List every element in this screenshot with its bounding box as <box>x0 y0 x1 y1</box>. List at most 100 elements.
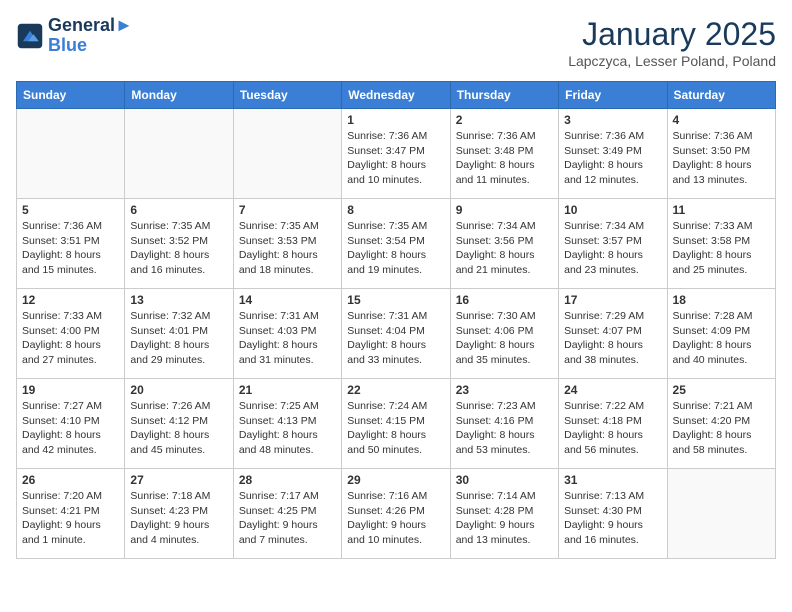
day-number: 1 <box>347 113 444 127</box>
calendar-cell: 21 Sunrise: 7:25 AMSunset: 4:13 PMDayligh… <box>233 379 341 469</box>
day-info: Sunrise: 7:27 AMSunset: 4:10 PMDaylight:… <box>22 399 119 458</box>
day-number: 5 <box>22 203 119 217</box>
day-number: 31 <box>564 473 661 487</box>
calendar-cell: 29 Sunrise: 7:16 AMSunset: 4:26 PMDayligh… <box>342 469 450 559</box>
calendar-body: 1 Sunrise: 7:36 AMSunset: 3:47 PMDaylight… <box>17 109 776 559</box>
calendar-week-row: 19Sunrise: 7:27 AMSunset: 4:10 PMDayligh… <box>17 379 776 469</box>
day-number: 11 <box>673 203 770 217</box>
day-info: Sunrise: 7:26 AMSunset: 4:12 PMDaylight:… <box>130 399 227 458</box>
calendar-header: SundayMondayTuesdayWednesdayThursdayFrid… <box>17 82 776 109</box>
logo-text: General► Blue <box>48 16 133 56</box>
logo-icon <box>16 22 44 50</box>
day-number: 21 <box>239 383 336 397</box>
calendar-cell: 13 Sunrise: 7:32 AMSunset: 4:01 PMDayligh… <box>125 289 233 379</box>
weekday-header: Wednesday <box>342 82 450 109</box>
day-number: 18 <box>673 293 770 307</box>
weekday-header: Monday <box>125 82 233 109</box>
day-info: Sunrise: 7:20 AMSunset: 4:21 PMDaylight:… <box>22 489 119 548</box>
day-info: Sunrise: 7:31 AMSunset: 4:03 PMDaylight:… <box>239 309 336 368</box>
day-number: 15 <box>347 293 444 307</box>
day-info: Sunrise: 7:13 AMSunset: 4:30 PMDaylight:… <box>564 489 661 548</box>
day-number: 7 <box>239 203 336 217</box>
calendar-cell: 19Sunrise: 7:27 AMSunset: 4:10 PMDayligh… <box>17 379 125 469</box>
calendar-cell: 25 Sunrise: 7:21 AMSunset: 4:20 PMDayligh… <box>667 379 775 469</box>
day-info: Sunrise: 7:32 AMSunset: 4:01 PMDaylight:… <box>130 309 227 368</box>
title-block: January 2025 Lapczyca, Lesser Poland, Po… <box>568 16 776 69</box>
calendar-cell: 28Sunrise: 7:17 AMSunset: 4:25 PMDayligh… <box>233 469 341 559</box>
calendar-cell: 4 Sunrise: 7:36 AMSunset: 3:50 PMDaylight… <box>667 109 775 199</box>
calendar-cell <box>667 469 775 559</box>
weekday-header: Sunday <box>17 82 125 109</box>
month-title: January 2025 <box>568 16 776 53</box>
day-info: Sunrise: 7:28 AMSunset: 4:09 PMDaylight:… <box>673 309 770 368</box>
calendar-cell: 18 Sunrise: 7:28 AMSunset: 4:09 PMDayligh… <box>667 289 775 379</box>
day-number: 23 <box>456 383 553 397</box>
calendar-cell: 30 Sunrise: 7:14 AMSunset: 4:28 PMDayligh… <box>450 469 558 559</box>
day-number: 13 <box>130 293 227 307</box>
day-info: Sunrise: 7:36 AMSunset: 3:49 PMDaylight:… <box>564 129 661 188</box>
calendar: SundayMondayTuesdayWednesdayThursdayFrid… <box>16 81 776 559</box>
calendar-cell: 14 Sunrise: 7:31 AMSunset: 4:03 PMDayligh… <box>233 289 341 379</box>
logo: General► Blue <box>16 16 133 56</box>
calendar-cell: 26 Sunrise: 7:20 AMSunset: 4:21 PMDayligh… <box>17 469 125 559</box>
day-number: 29 <box>347 473 444 487</box>
day-info: Sunrise: 7:35 AMSunset: 3:54 PMDaylight:… <box>347 219 444 278</box>
day-info: Sunrise: 7:34 AMSunset: 3:57 PMDaylight:… <box>564 219 661 278</box>
calendar-cell: 20 Sunrise: 7:26 AMSunset: 4:12 PMDayligh… <box>125 379 233 469</box>
day-info: Sunrise: 7:17 AMSunset: 4:25 PMDaylight:… <box>239 489 336 548</box>
day-info: Sunrise: 7:35 AMSunset: 3:52 PMDaylight:… <box>130 219 227 278</box>
calendar-cell: 8Sunrise: 7:35 AMSunset: 3:54 PMDaylight… <box>342 199 450 289</box>
calendar-cell: 9Sunrise: 7:34 AMSunset: 3:56 PMDaylight… <box>450 199 558 289</box>
day-info: Sunrise: 7:21 AMSunset: 4:20 PMDaylight:… <box>673 399 770 458</box>
day-number: 6 <box>130 203 227 217</box>
calendar-cell: 10Sunrise: 7:34 AMSunset: 3:57 PMDayligh… <box>559 199 667 289</box>
day-info: Sunrise: 7:34 AMSunset: 3:56 PMDaylight:… <box>456 219 553 278</box>
day-number: 3 <box>564 113 661 127</box>
calendar-cell: 22Sunrise: 7:24 AMSunset: 4:15 PMDayligh… <box>342 379 450 469</box>
day-number: 25 <box>673 383 770 397</box>
day-info: Sunrise: 7:24 AMSunset: 4:15 PMDaylight:… <box>347 399 444 458</box>
day-number: 24 <box>564 383 661 397</box>
day-info: Sunrise: 7:36 AMSunset: 3:51 PMDaylight:… <box>22 219 119 278</box>
day-info: Sunrise: 7:35 AMSunset: 3:53 PMDaylight:… <box>239 219 336 278</box>
day-number: 20 <box>130 383 227 397</box>
day-info: Sunrise: 7:33 AMSunset: 4:00 PMDaylight:… <box>22 309 119 368</box>
calendar-week-row: 1 Sunrise: 7:36 AMSunset: 3:47 PMDaylight… <box>17 109 776 199</box>
calendar-cell: 23Sunrise: 7:23 AMSunset: 4:16 PMDayligh… <box>450 379 558 469</box>
day-info: Sunrise: 7:36 AMSunset: 3:50 PMDaylight:… <box>673 129 770 188</box>
calendar-cell <box>233 109 341 199</box>
day-number: 4 <box>673 113 770 127</box>
location: Lapczyca, Lesser Poland, Poland <box>568 53 776 69</box>
day-info: Sunrise: 7:30 AMSunset: 4:06 PMDaylight:… <box>456 309 553 368</box>
calendar-cell: 31 Sunrise: 7:13 AMSunset: 4:30 PMDayligh… <box>559 469 667 559</box>
day-number: 16 <box>456 293 553 307</box>
day-info: Sunrise: 7:36 AMSunset: 3:47 PMDaylight:… <box>347 129 444 188</box>
calendar-week-row: 12 Sunrise: 7:33 AMSunset: 4:00 PMDayligh… <box>17 289 776 379</box>
day-info: Sunrise: 7:18 AMSunset: 4:23 PMDaylight:… <box>130 489 227 548</box>
calendar-cell: 6 Sunrise: 7:35 AMSunset: 3:52 PMDaylight… <box>125 199 233 289</box>
calendar-cell: 5 Sunrise: 7:36 AMSunset: 3:51 PMDaylight… <box>17 199 125 289</box>
day-info: Sunrise: 7:16 AMSunset: 4:26 PMDaylight:… <box>347 489 444 548</box>
day-info: Sunrise: 7:25 AMSunset: 4:13 PMDaylight:… <box>239 399 336 458</box>
weekday-header: Saturday <box>667 82 775 109</box>
calendar-cell: 24Sunrise: 7:22 AMSunset: 4:18 PMDayligh… <box>559 379 667 469</box>
calendar-week-row: 5 Sunrise: 7:36 AMSunset: 3:51 PMDaylight… <box>17 199 776 289</box>
day-info: Sunrise: 7:31 AMSunset: 4:04 PMDaylight:… <box>347 309 444 368</box>
day-info: Sunrise: 7:36 AMSunset: 3:48 PMDaylight:… <box>456 129 553 188</box>
day-number: 14 <box>239 293 336 307</box>
day-number: 27 <box>130 473 227 487</box>
weekday-header: Thursday <box>450 82 558 109</box>
day-info: Sunrise: 7:14 AMSunset: 4:28 PMDaylight:… <box>456 489 553 548</box>
calendar-cell: 1 Sunrise: 7:36 AMSunset: 3:47 PMDaylight… <box>342 109 450 199</box>
calendar-cell: 11 Sunrise: 7:33 AMSunset: 3:58 PMDayligh… <box>667 199 775 289</box>
day-number: 26 <box>22 473 119 487</box>
day-number: 12 <box>22 293 119 307</box>
day-number: 2 <box>456 113 553 127</box>
calendar-cell: 3 Sunrise: 7:36 AMSunset: 3:49 PMDaylight… <box>559 109 667 199</box>
calendar-cell <box>17 109 125 199</box>
page-header: General► Blue January 2025 Lapczyca, Les… <box>16 16 776 69</box>
day-info: Sunrise: 7:29 AMSunset: 4:07 PMDaylight:… <box>564 309 661 368</box>
day-number: 30 <box>456 473 553 487</box>
day-info: Sunrise: 7:33 AMSunset: 3:58 PMDaylight:… <box>673 219 770 278</box>
weekday-header: Tuesday <box>233 82 341 109</box>
